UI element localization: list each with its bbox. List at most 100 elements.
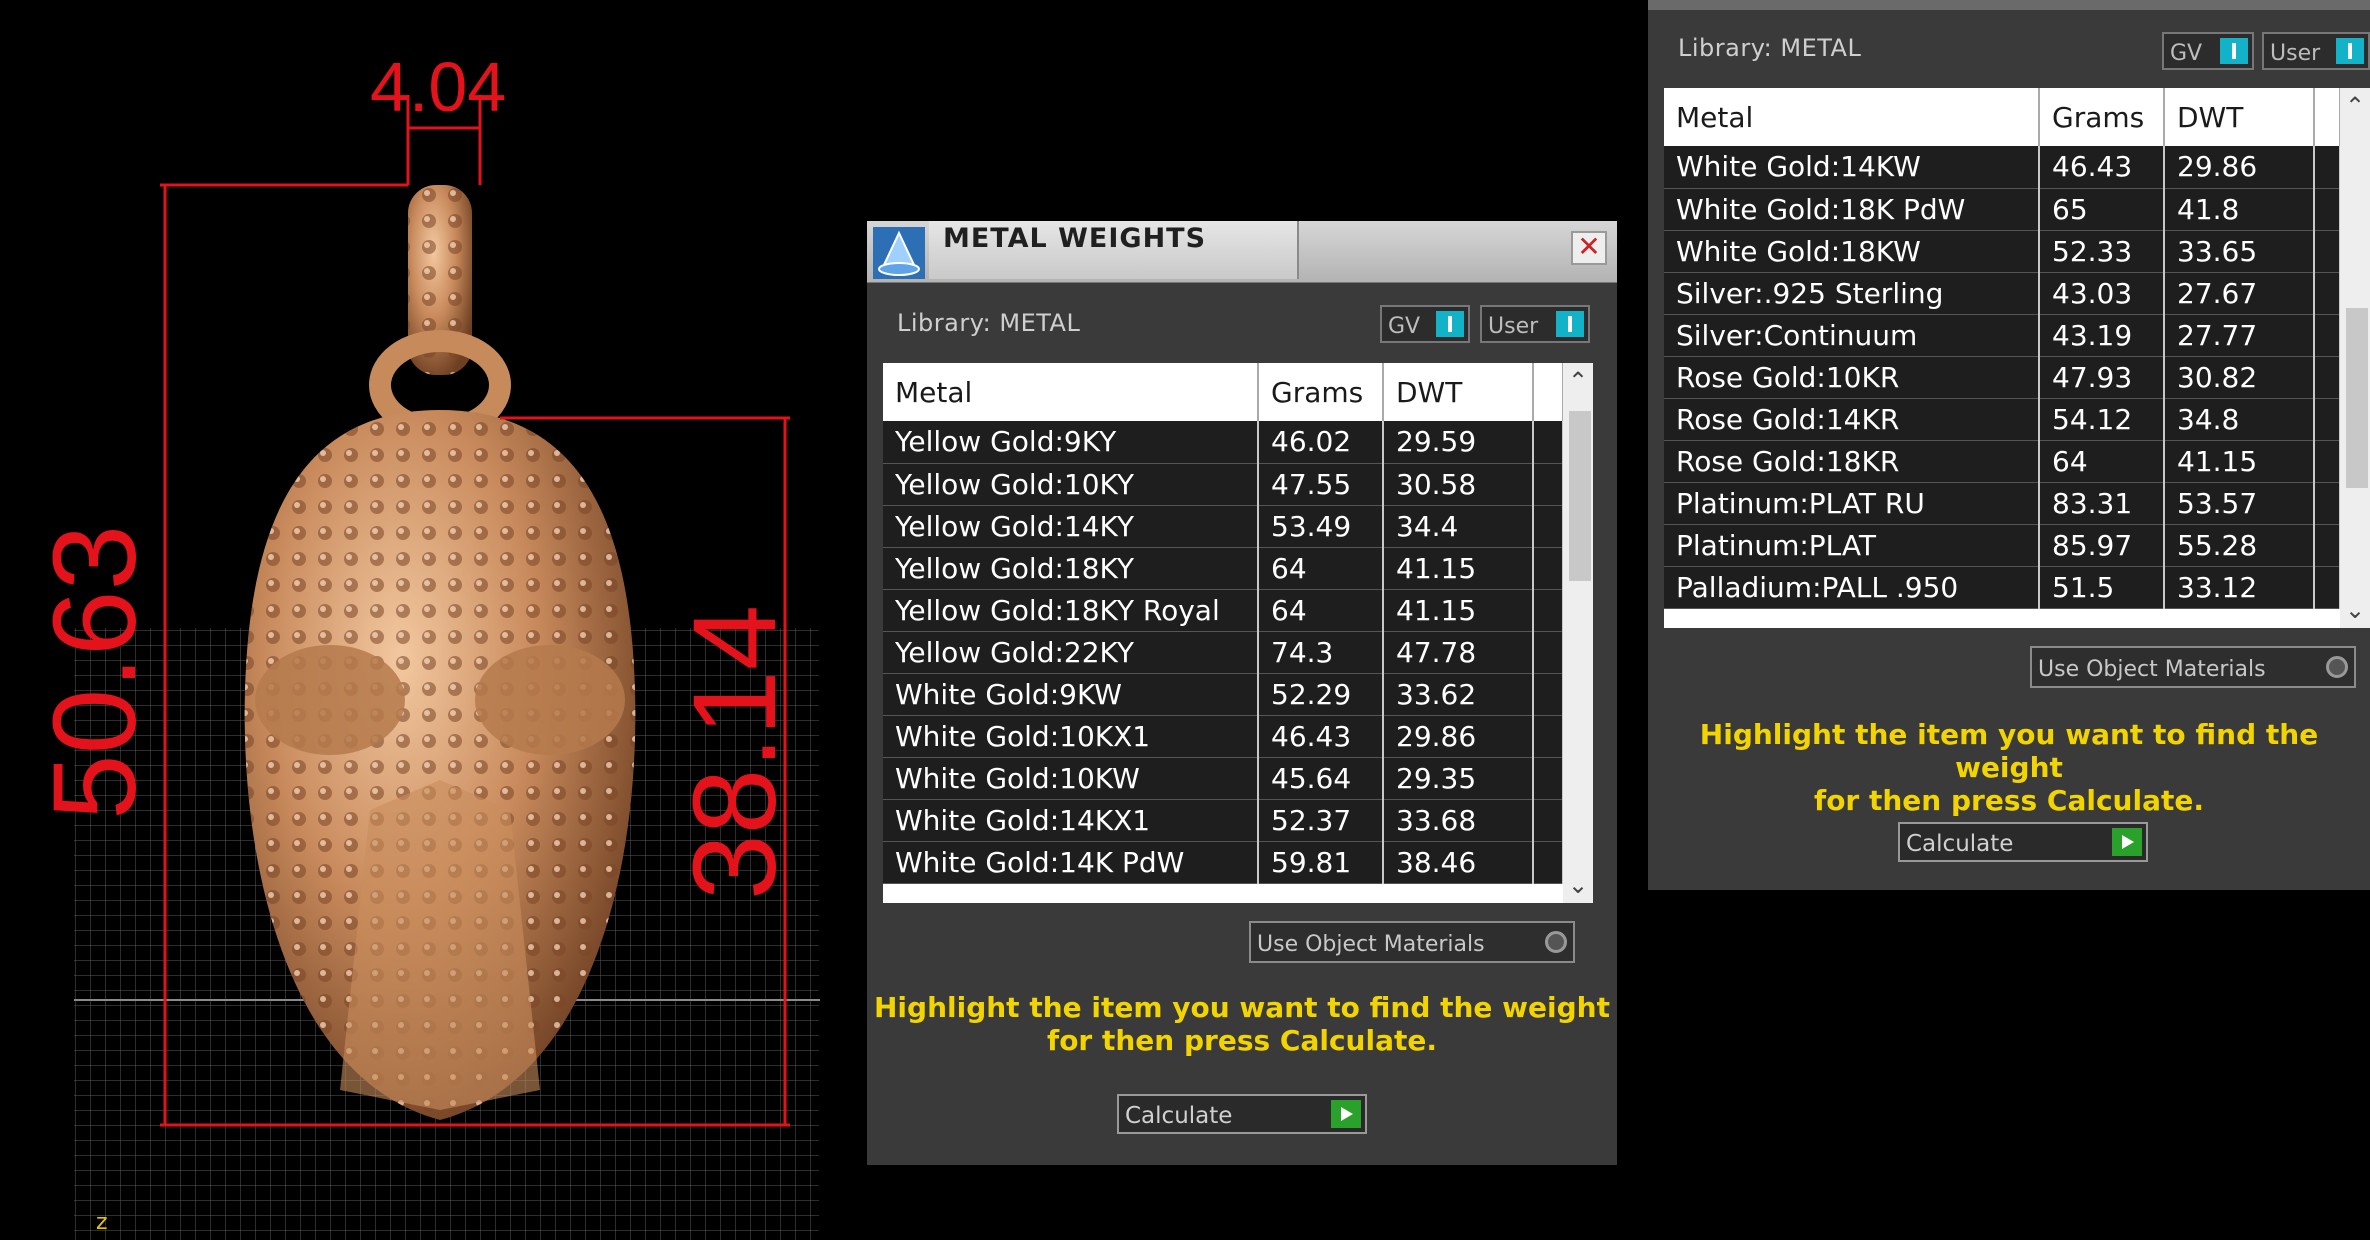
column-header-grams[interactable]: Grams xyxy=(2039,88,2165,146)
use-object-materials-option[interactable]: Use Object Materials xyxy=(1249,921,1575,963)
grams-cell: 64 xyxy=(1258,589,1384,632)
toggle-knob-icon xyxy=(2220,38,2248,64)
user-toggle-label: User xyxy=(2270,41,2321,66)
dwt-cell: 30.82 xyxy=(2164,356,2315,399)
user-toggle[interactable]: User xyxy=(1480,305,1590,343)
table-row[interactable]: Yellow Gold:14KY 53.49 34.4 xyxy=(883,505,1564,548)
dwt-cell: 29.59 xyxy=(1383,421,1534,464)
metal-name-cell: White Gold:14KX1 xyxy=(883,799,1259,842)
app-logo-icon xyxy=(873,227,925,279)
grams-cell: 65 xyxy=(2039,188,2165,231)
scroll-thumb[interactable] xyxy=(1569,411,1591,581)
gv-toggle[interactable]: GV xyxy=(2162,32,2254,70)
table-row[interactable]: White Gold:10KW 45.64 29.35 xyxy=(883,757,1564,800)
table-row[interactable]: White Gold:14K PdW 59.81 38.46 xyxy=(883,841,1564,884)
dwt-cell: 53.57 xyxy=(2164,482,2315,525)
dimension-body-height: 38.14 xyxy=(669,604,801,900)
metal-name-cell: Rose Gold:10KR xyxy=(1664,356,2040,399)
calculate-button[interactable]: Calculate xyxy=(1117,1094,1367,1134)
table-row[interactable]: White Gold:18KW 52.33 33.65 xyxy=(1664,230,2341,273)
user-toggle[interactable]: User xyxy=(2262,32,2370,70)
metal-name-cell: Silver:.925 Sterling xyxy=(1664,272,2040,315)
column-header-dwt[interactable]: DWT xyxy=(1383,363,1534,421)
grams-cell: 46.43 xyxy=(1258,715,1384,758)
use-object-materials-option[interactable]: Use Object Materials xyxy=(2030,646,2356,688)
metal-name-cell: Platinum:PLAT xyxy=(1664,524,2040,567)
dwt-cell: 47.78 xyxy=(1383,631,1534,674)
user-toggle-label: User xyxy=(1488,314,1539,339)
scroll-thumb[interactable] xyxy=(2346,308,2368,488)
dwt-cell: 41.15 xyxy=(1383,589,1534,632)
metal-name-cell: White Gold:10KW xyxy=(883,757,1259,800)
metal-name-cell: White Gold:18KW xyxy=(1664,230,2040,273)
table-row[interactable]: White Gold:18K PdW 65 41.8 xyxy=(1664,188,2341,231)
grams-cell: 64 xyxy=(2039,440,2165,483)
table-row[interactable]: Yellow Gold:9KY 46.02 29.59 xyxy=(883,421,1564,464)
grams-cell: 59.81 xyxy=(1258,841,1384,884)
grams-cell: 45.64 xyxy=(1258,757,1384,800)
dwt-cell: 41.15 xyxy=(2164,440,2315,483)
grams-cell: 47.93 xyxy=(2039,356,2165,399)
table-row[interactable]: White Gold:14KX1 52.37 33.68 xyxy=(883,799,1564,842)
calculate-label: Calculate xyxy=(1906,831,2014,857)
dwt-cell: 33.65 xyxy=(2164,230,2315,273)
radio-icon[interactable] xyxy=(1545,931,1567,953)
render-viewport[interactable]: 4.04 50.63 38.14 z xyxy=(0,0,860,1240)
column-header-metal[interactable]: Metal xyxy=(883,363,1259,421)
table-scrollbar[interactable]: ⌃ ⌄ xyxy=(2340,88,2370,628)
metal-weights-window-scrolled: Library: METAL GV User Metal Grams DWT W… xyxy=(1648,0,2370,890)
window-titlebar[interactable]: METAL WEIGHTS ✕ xyxy=(867,221,1617,283)
table-scrollbar[interactable]: ⌃ ⌄ xyxy=(1563,363,1593,903)
table-row[interactable]: Yellow Gold:22KY 74.3 47.78 xyxy=(883,631,1564,674)
table-row[interactable]: Yellow Gold:18KY 64 41.15 xyxy=(883,547,1564,590)
metal-name-cell: White Gold:9KW xyxy=(883,673,1259,716)
gv-toggle[interactable]: GV xyxy=(1380,305,1470,343)
grams-cell: 53.49 xyxy=(1258,505,1384,548)
grams-cell: 43.03 xyxy=(2039,272,2165,315)
dwt-cell: 30.58 xyxy=(1383,463,1534,506)
column-header-dwt[interactable]: DWT xyxy=(2164,88,2315,146)
table-row[interactable]: Rose Gold:14KR 54.12 34.8 xyxy=(1664,398,2341,441)
metal-name-cell: Rose Gold:18KR xyxy=(1664,440,2040,483)
instruction-line-1: Highlight the item you want to find the … xyxy=(1699,718,2319,784)
table-row[interactable]: White Gold:9KW 52.29 33.62 xyxy=(883,673,1564,716)
instruction-line-2: for then press Calculate. xyxy=(1814,784,2204,817)
grams-cell: 74.3 xyxy=(1258,631,1384,674)
metal-table[interactable]: Metal Grams DWT White Gold:14KW 46.43 29.8… xyxy=(1664,88,2370,628)
table-row[interactable]: Rose Gold:10KR 47.93 30.82 xyxy=(1664,356,2341,399)
instruction-line-1: Highlight the item you want to find the … xyxy=(874,991,1610,1024)
grams-cell: 52.33 xyxy=(2039,230,2165,273)
radio-icon[interactable] xyxy=(2326,656,2348,678)
metal-name-cell: Yellow Gold:22KY xyxy=(883,631,1259,674)
dwt-cell: 27.77 xyxy=(2164,314,2315,357)
metal-name-cell: Palladium:PALL .950 xyxy=(1664,566,2040,609)
dwt-cell: 55.28 xyxy=(2164,524,2315,567)
column-header-metal[interactable]: Metal xyxy=(1664,88,2040,146)
calculate-label: Calculate xyxy=(1125,1103,1233,1129)
grams-cell: 64 xyxy=(1258,547,1384,590)
table-row[interactable]: Yellow Gold:10KY 47.55 30.58 xyxy=(883,463,1564,506)
scroll-down-icon[interactable]: ⌄ xyxy=(1563,871,1593,899)
metal-name-cell: Silver:Continuum xyxy=(1664,314,2040,357)
table-row[interactable]: Rose Gold:18KR 64 41.15 xyxy=(1664,440,2341,483)
table-row[interactable]: Platinum:PLAT 85.97 55.28 xyxy=(1664,524,2341,567)
table-row[interactable]: Palladium:PALL .950 51.5 33.12 xyxy=(1664,566,2341,609)
metal-name-cell: Yellow Gold:10KY xyxy=(883,463,1259,506)
metal-table[interactable]: Metal Grams DWT Yellow Gold:9KY 46.02 29.5… xyxy=(883,363,1593,903)
table-row[interactable]: Platinum:PLAT RU 83.31 53.57 xyxy=(1664,482,2341,525)
dwt-cell: 33.12 xyxy=(2164,566,2315,609)
table-row[interactable]: White Gold:14KW 46.43 29.86 xyxy=(1664,146,2341,189)
scroll-up-icon[interactable]: ⌃ xyxy=(1563,367,1593,395)
scroll-up-icon[interactable]: ⌃ xyxy=(2340,92,2370,120)
metal-name-cell: White Gold:14K PdW xyxy=(883,841,1259,884)
dwt-cell: 41.8 xyxy=(2164,188,2315,231)
calculate-button[interactable]: Calculate xyxy=(1898,822,2148,862)
use-object-materials-label: Use Object Materials xyxy=(2038,657,2266,682)
table-row[interactable]: Silver:Continuum 43.19 27.77 xyxy=(1664,314,2341,357)
table-row[interactable]: Yellow Gold:18KY Royal 64 41.15 xyxy=(883,589,1564,632)
table-row[interactable]: White Gold:10KX1 46.43 29.86 xyxy=(883,715,1564,758)
close-button[interactable]: ✕ xyxy=(1571,231,1607,265)
column-header-grams[interactable]: Grams xyxy=(1258,363,1384,421)
table-row[interactable]: Silver:.925 Sterling 43.03 27.67 xyxy=(1664,272,2341,315)
scroll-down-icon[interactable]: ⌄ xyxy=(2340,596,2370,624)
